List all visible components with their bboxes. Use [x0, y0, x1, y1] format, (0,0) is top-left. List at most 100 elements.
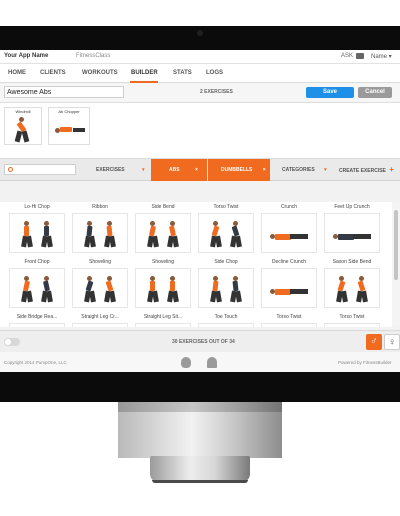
exercise-title: Straight Leg Cr...	[81, 314, 119, 320]
tab-clients[interactable]: CLIENTS	[40, 70, 66, 76]
exercise-card[interactable]: Torso Twist	[197, 204, 255, 256]
chip-dumbbells[interactable]: DUMBBELLS ×	[208, 159, 270, 181]
tab-home[interactable]: HOME	[8, 70, 26, 76]
exercise-title: Ribbon	[92, 204, 108, 210]
exercise-card[interactable]: Side Bend	[134, 204, 192, 256]
plus-icon: +	[389, 165, 394, 174]
filter-bar: EXERCISES ▾ ABS × DUMBBELLS × CATEGORIES…	[0, 159, 400, 181]
tab-stats[interactable]: STATS	[173, 70, 192, 76]
exercise-title: Saxon Side Bend	[332, 259, 372, 265]
tab-workouts[interactable]: WORKOUTS	[82, 70, 118, 76]
female-icon[interactable]: ♀	[384, 334, 400, 350]
exercise-card[interactable]: Side Chop	[197, 259, 255, 311]
exercise-title: Crunch	[280, 204, 298, 210]
exercise-card[interactable]: Lo-Hi Chop	[8, 204, 66, 256]
exercise-card[interactable]: Shoveling	[134, 259, 192, 311]
exercise-illustration	[261, 213, 317, 253]
save-button[interactable]: Save	[306, 87, 354, 98]
exercise-title: Front Chop	[24, 259, 50, 265]
exercise-card[interactable]: Ribbon	[71, 204, 129, 256]
camera-icon	[197, 30, 203, 36]
exercise-title: Torso Twist	[276, 314, 302, 320]
view-toggle[interactable]	[4, 338, 20, 346]
grid-scrollbar[interactable]	[392, 202, 400, 327]
male-icon[interactable]: ♂	[366, 334, 382, 350]
exercise-card[interactable]: Feet Up Crunch	[323, 204, 381, 256]
exercise-illustration	[9, 323, 65, 327]
builder-header: 2 EXERCISES Save Cancel	[0, 83, 400, 103]
exercise-illustration	[135, 268, 191, 308]
chip-dumbbells-label: DUMBBELLS	[221, 167, 253, 173]
exercises-filter-label: EXERCISES	[96, 167, 125, 173]
workout-name-input[interactable]	[4, 86, 124, 98]
tab-logs[interactable]: LOGS	[206, 70, 223, 76]
scrollbar-thumb[interactable]	[394, 210, 398, 280]
exercise-card[interactable]: Side Bridge Rea...	[8, 314, 66, 327]
exercise-title: Toe Touch	[214, 314, 238, 320]
exercise-card[interactable]: Shoveling	[71, 259, 129, 311]
exercise-card[interactable]: Decline Crunch	[260, 259, 318, 311]
exercise-illustration	[72, 323, 128, 327]
exercise-illustration	[324, 323, 380, 327]
exercise-title: Side Bridge Rea...	[16, 314, 58, 320]
android-icon[interactable]	[207, 357, 217, 368]
exercise-title: Decline Crunch	[271, 259, 307, 265]
exercises-filter[interactable]: EXERCISES ▾	[96, 159, 148, 181]
exercise-title: Side Chop	[214, 259, 238, 265]
exercise-title: Side Bend	[151, 204, 175, 210]
stand-shadow	[118, 402, 282, 412]
exercise-illustration	[72, 268, 128, 308]
chip-abs-label: ABS	[169, 167, 180, 173]
exercise-illustration	[324, 213, 380, 253]
top-bar: Your App Name FitnessClass ASK Name ▾	[0, 50, 400, 64]
exercise-illustration	[9, 213, 65, 253]
create-exercise-label: CREATE EXERCISE	[339, 168, 386, 174]
app-name: Your App Name	[4, 53, 49, 59]
exercise-illustration	[198, 323, 254, 327]
client-name[interactable]: FitnessClass	[76, 53, 110, 59]
exercise-card[interactable]: Torso Twist	[323, 314, 381, 327]
monitor-mockup: Your App Name FitnessClass ASK Name ▾ HO…	[0, 0, 400, 516]
exercise-illustration	[198, 268, 254, 308]
close-icon[interactable]: ×	[195, 167, 198, 173]
grid-footer: 30 EXERCISES OUT OF 34 ♂ ♀	[0, 330, 400, 352]
exercise-card[interactable]: Straight Leg Sit...	[134, 314, 192, 327]
exercise-illustration	[261, 268, 317, 308]
search-input[interactable]	[4, 164, 76, 175]
create-exercise-button[interactable]: CREATE EXERCISE +	[339, 159, 399, 181]
apple-icon[interactable]	[181, 357, 191, 368]
copyright-text: Copyright 2014 PumpOne, LLC	[4, 360, 67, 365]
mail-icon[interactable]	[356, 53, 364, 59]
exercise-title: Shoveling	[152, 259, 174, 265]
exercise-card[interactable]: Straight Leg Cr...	[71, 314, 129, 327]
exercise-illustration	[9, 268, 65, 308]
exercise-title: Straight Leg Sit...	[143, 314, 183, 320]
close-icon[interactable]: ×	[263, 167, 266, 173]
selected-exercise-label: Windmill	[15, 109, 31, 114]
categories-filter[interactable]: CATEGORIES ▾	[282, 159, 332, 181]
exercise-title: Lo-Hi Chop	[24, 204, 50, 210]
app-screen: Your App Name FitnessClass ASK Name ▾ HO…	[0, 50, 400, 372]
exercise-card[interactable]: Saxon Side Bend	[323, 259, 381, 311]
cancel-button[interactable]: Cancel	[358, 87, 392, 98]
exercise-card[interactable]: Torso Twist	[260, 314, 318, 327]
exercise-illustration	[261, 323, 317, 327]
categories-filter-label: CATEGORIES	[282, 167, 315, 173]
user-menu[interactable]: Name ▾	[371, 53, 392, 60]
exercise-illustration	[324, 268, 380, 308]
selected-exercise-card[interactable]: Ab Chopper	[48, 107, 90, 145]
exercise-title: Torso Twist	[339, 314, 365, 320]
powered-by-text: Powered by FitnessBuilder	[338, 360, 392, 365]
exercise-grid: Lo-Hi Chop Ribbon Side Bend Torso Twist Crun…	[0, 202, 392, 327]
chevron-down-icon: ▾	[142, 167, 145, 173]
tab-builder[interactable]: BUILDER	[131, 70, 158, 76]
exercise-card[interactable]: Crunch	[260, 204, 318, 256]
toggle-knob	[5, 339, 11, 345]
exercise-card[interactable]: Toe Touch	[197, 314, 255, 327]
exercise-card[interactable]: Front Chop	[8, 259, 66, 311]
search-icon	[8, 167, 13, 172]
monitor-chin	[0, 372, 400, 402]
selected-exercise-card[interactable]: Windmill	[4, 107, 42, 145]
ask-link[interactable]: ASK	[341, 53, 353, 59]
chip-abs[interactable]: ABS ×	[151, 159, 207, 181]
